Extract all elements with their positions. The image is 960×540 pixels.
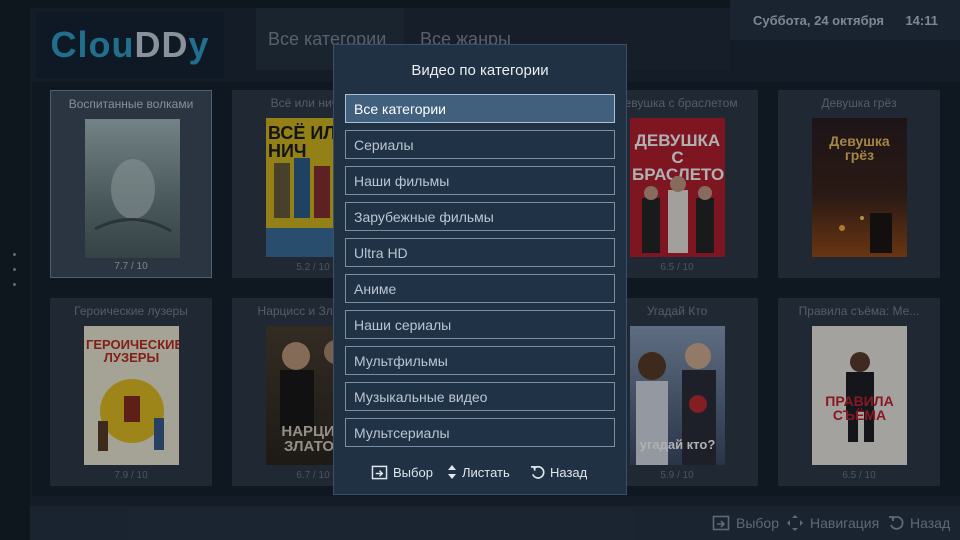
category-dialog: Видео по категории Все категории Сериалы…	[333, 44, 627, 495]
category-label: Аниме	[354, 280, 397, 297]
category-label: Ultra HD	[354, 244, 408, 261]
category-item[interactable]: Музыкальные видео	[345, 382, 615, 411]
category-item[interactable]: Наши сериалы	[345, 310, 615, 339]
category-label: Сериалы	[354, 136, 414, 153]
category-item[interactable]: Все категории	[345, 94, 615, 123]
dialog-title: Видео по категории	[411, 62, 549, 79]
hint-label: Выбор	[393, 464, 433, 480]
category-label: Все категории	[354, 100, 446, 117]
hint-label: Листать	[462, 464, 510, 480]
category-item[interactable]: Зарубежные фильмы	[345, 202, 615, 231]
category-item[interactable]: Сериалы	[345, 130, 615, 159]
back-icon	[530, 465, 545, 479]
category-item[interactable]: Ultra HD	[345, 238, 615, 267]
hint-label: Назад	[550, 464, 588, 480]
dialog-hint-back: Назад	[530, 463, 587, 481]
category-label: Зарубежные фильмы	[354, 208, 494, 225]
category-item[interactable]: Мультсериалы	[345, 418, 615, 447]
category-item[interactable]: Мультфильмы	[345, 346, 615, 375]
category-label: Наши фильмы	[354, 172, 450, 189]
updown-icon	[448, 465, 456, 479]
category-item[interactable]: Аниме	[345, 274, 615, 303]
dialog-hint-select: Выбор	[371, 463, 433, 481]
category-label: Мультфильмы	[354, 352, 448, 369]
dialog-hint-scroll: Листать	[447, 463, 510, 481]
category-label: Наши сериалы	[354, 316, 452, 333]
category-label: Музыкальные видео	[354, 388, 488, 405]
category-item[interactable]: Наши фильмы	[345, 166, 615, 195]
category-label: Мультсериалы	[354, 424, 450, 441]
select-icon	[371, 465, 388, 479]
